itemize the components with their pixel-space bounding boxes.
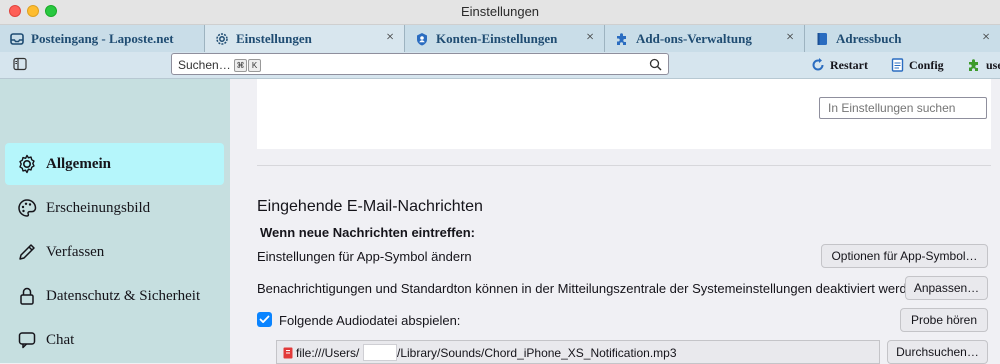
redacted-username [363,344,397,361]
sidebar-item-label: Verfassen [46,243,105,260]
restart-icon [812,58,824,71]
tab-addons[interactable]: Add-ons-Verwaltung × [605,25,805,52]
window-title: Einstellungen [460,4,540,19]
section-divider [257,165,991,166]
play-sound-label: Folgende Audiodatei abspielen: [279,313,461,328]
sidebar-item-compose[interactable]: Verfassen [5,231,224,273]
tab-label: Einstellungen [236,30,312,46]
search-icon [649,58,662,71]
app-icon-options-button[interactable]: Optionen für App-Symbol… [821,244,988,268]
sidebar-item-label: Erscheinungsbild [46,199,151,216]
tab-label: Adressbuch [836,30,902,46]
tab-close-icon[interactable]: × [982,30,990,46]
document-icon [891,58,904,72]
tab-close-icon[interactable]: × [586,30,594,46]
chat-icon [16,329,38,351]
sidebar-toggle-icon[interactable] [13,57,27,71]
tab-label: Posteingang - Laposte.net [31,30,174,46]
title-bar: Einstellungen [0,0,1000,25]
tab-label: Konten-Einstellungen [436,30,558,46]
section-title: Eingehende E-Mail-Nachrichten [257,198,483,215]
subheading: Wenn neue Nachrichten eintreffen: [260,225,476,240]
tab-addressbook[interactable]: Adressbuch × [805,25,1000,52]
gear-icon [215,32,229,46]
palette-icon [16,197,38,219]
sound-file-path-field[interactable]: file:///Users/ /Library/Sounds/Chord_iPh… [276,340,880,364]
addressbook-icon [815,32,829,46]
find-in-settings-input[interactable] [819,97,987,119]
checkmark-icon [259,315,270,323]
config-button[interactable]: Config [891,56,944,74]
sidebar-item-label: Datenschutz & Sicherheit [46,287,201,304]
pencil-icon [16,241,38,263]
browse-button[interactable]: Durchsuchen… [887,340,988,364]
k-key-icon: K [248,59,261,72]
tab-bar: Posteingang - Laposte.net Einstellungen … [0,25,1000,52]
customize-button[interactable]: Anpassen… [905,276,988,300]
userchrome-label: use [986,57,1000,72]
lock-icon [16,285,38,307]
userchrome-button[interactable]: use [967,56,1000,74]
tab-close-icon[interactable]: × [386,30,394,46]
puzzle-icon [615,32,629,46]
preview-sound-button[interactable]: Probe hören [900,308,988,332]
inbox-icon [10,32,24,46]
tab-inbox[interactable]: Posteingang - Laposte.net [0,25,205,52]
notifications-row-label: Benachrichtigungen und Standardton könne… [257,281,925,296]
search-input[interactable]: Suchen… ⌘ K [171,53,669,75]
settings-content: Eingehende E-Mail-Nachrichten Wenn neue … [230,79,1000,364]
search-placeholder: Suchen… [178,58,231,72]
tab-account-settings[interactable]: Konten-Einstellungen × [405,25,605,52]
tab-close-icon[interactable]: × [786,30,794,46]
puzzle-green-icon [969,59,978,71]
config-label: Config [909,57,944,72]
toolbar: Suchen… ⌘ K Restart Config use [0,52,1000,79]
sidebar-item-appearance[interactable]: Erscheinungsbild [5,187,224,229]
settings-sidebar: Allgemein Erscheinungsbild Verfassen Dat… [0,79,230,363]
sidebar-item-label: Chat [46,331,75,348]
file-icon [283,347,293,359]
play-sound-checkbox[interactable] [257,312,272,327]
gear-icon [16,153,38,175]
sidebar-item-label: Allgemein [46,155,111,172]
command-key-icon: ⌘ [234,59,247,72]
file-path-suffix: /Library/Sounds/Chord_iPhone_XS_Notifica… [397,346,677,360]
tab-label: Add-ons-Verwaltung [636,30,752,46]
file-path-prefix: file:///Users/ [296,346,360,360]
sidebar-item-general[interactable]: Allgemein [5,143,224,185]
account-icon [415,32,429,46]
app-icon-row-label: Einstellungen für App-Symbol ändern [257,249,472,264]
sidebar-item-chat[interactable]: Chat [5,319,224,361]
restart-label: Restart [830,57,868,72]
sidebar-item-privacy[interactable]: Datenschutz & Sicherheit [5,275,224,317]
tab-settings[interactable]: Einstellungen × [205,25,405,52]
restart-button[interactable]: Restart [811,56,868,74]
